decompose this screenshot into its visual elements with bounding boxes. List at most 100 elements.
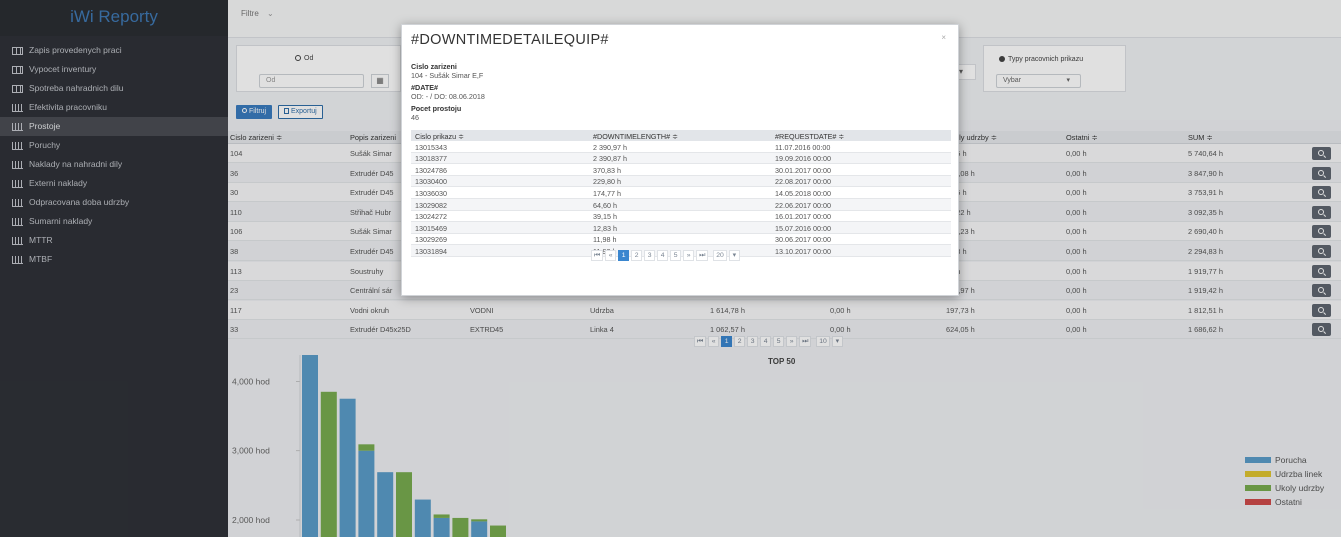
last-page-button[interactable]: ⏭ [696, 250, 709, 261]
export-button[interactable]: Exportuj [278, 105, 323, 119]
chart-bar[interactable] [320, 391, 337, 537]
sidebar-item-2[interactable]: Spotreba nahradnich dilu [0, 79, 228, 98]
date-from-label: Od [304, 55, 314, 62]
chart-bar[interactable] [452, 517, 469, 537]
chart-bar[interactable] [490, 525, 506, 537]
column-header[interactable]: Ostatni ≑ [1066, 133, 1098, 142]
chart-bar[interactable] [396, 472, 412, 537]
sidebar-item-3[interactable]: Efektivita pracovniku [0, 98, 228, 117]
legend-swatch [1245, 457, 1271, 463]
row-detail-button[interactable] [1312, 245, 1331, 258]
row-detail-button[interactable] [1312, 264, 1331, 278]
first-page-button[interactable]: ⏮ [591, 250, 604, 261]
modal-table-cell: 13029082 [415, 200, 447, 210]
chart-bar[interactable] [302, 355, 318, 537]
bar-chart-icon [12, 255, 23, 264]
page-button[interactable]: 5 [670, 250, 682, 261]
legend-item[interactable]: Udrzba linek [1245, 467, 1324, 481]
column-header[interactable]: Cislo zarizeni ≑ [230, 133, 282, 142]
row-detail-button[interactable] [1312, 225, 1331, 239]
row-detail-button[interactable] [1312, 284, 1331, 298]
bar-chart-icon [12, 198, 23, 207]
chevron-down-icon: ▾ [1066, 77, 1070, 84]
legend-item[interactable]: Porucha [1245, 453, 1324, 467]
modal-column-header[interactable]: #REQUESTDATE# ≑ [775, 132, 844, 141]
row-detail-button[interactable] [1312, 323, 1331, 337]
sidebar-item-0[interactable]: Zapis provedenych praci [0, 41, 228, 60]
chart-bar[interactable] [433, 517, 450, 537]
page-size-select[interactable]: 10 [816, 336, 830, 347]
order-types-panel: Typy pracovnich prikazu Vybar ▾ [983, 45, 1126, 92]
chart-bar[interactable] [377, 472, 394, 537]
table-cell: 0,00 h [830, 305, 851, 315]
filter-label[interactable]: Filtre [241, 9, 259, 18]
page-button[interactable]: 3 [644, 250, 656, 261]
column-header[interactable]: Popis zarizeni [350, 133, 396, 142]
next-page-button[interactable]: » [683, 250, 695, 261]
modal-table-cell: 64,60 h [593, 200, 617, 210]
modal-column-header[interactable]: #DOWNTIMELENGTH# ≑ [593, 132, 678, 141]
row-detail-button[interactable] [1312, 186, 1331, 200]
page-button[interactable]: 4 [760, 336, 772, 347]
page-button[interactable]: 2 [734, 336, 746, 347]
page-button[interactable]: 4 [657, 250, 669, 261]
calendar-icon[interactable]: ▦ [371, 74, 389, 88]
sidebar-item-4[interactable]: Prostoje [0, 117, 228, 136]
close-icon[interactable]: × [941, 33, 946, 42]
modal-column-header[interactable]: Cislo prikazu ≑ [415, 132, 464, 141]
sidebar-item-7[interactable]: Externi naklady [0, 174, 228, 193]
filter-button[interactable]: Filtruj [236, 105, 273, 119]
page-button[interactable]: 2 [631, 250, 643, 261]
page-button[interactable]: 1 [721, 336, 733, 347]
chart-bar[interactable] [471, 521, 488, 537]
chart-bar[interactable] [471, 519, 488, 522]
y-tick-label: 2,000 hod [232, 515, 270, 525]
modal-title: #DOWNTIMEDETAILEQUIP# [411, 32, 609, 48]
row-detail-button[interactable] [1312, 205, 1331, 219]
sidebar-item-6[interactable]: Naklady na nahradni dily [0, 155, 228, 174]
select-stub[interactable]: ▾ [956, 64, 976, 80]
chart-bar[interactable] [414, 499, 431, 537]
prev-page-button[interactable]: « [708, 336, 720, 347]
chart-bar[interactable] [358, 444, 375, 451]
sidebar-item-8[interactable]: Odpracovana doba udrzby [0, 193, 228, 212]
app-brand[interactable]: iWi Reporty [0, 0, 228, 36]
modal-table-row: 13029082 64,60 h 22.06.2017 00:00 [411, 199, 951, 211]
chevron-down-icon[interactable]: ▾ [728, 250, 740, 261]
page-button[interactable]: 1 [618, 250, 630, 261]
table-cell: 1 686,62 h [1188, 325, 1223, 335]
legend-item[interactable]: Ukoly udrzby [1245, 481, 1324, 495]
chart-bar[interactable] [358, 450, 375, 537]
sidebar-item-5[interactable]: Poruchy [0, 136, 228, 155]
legend-item[interactable]: Ostatni [1245, 495, 1324, 509]
sidebar-item-11[interactable]: MTBF [0, 250, 228, 269]
row-detail-button[interactable] [1312, 147, 1331, 160]
date-from-input[interactable]: Od [259, 74, 364, 88]
table-cell: Extrudér D45 [350, 168, 394, 178]
first-page-button[interactable]: ⏮ [694, 336, 707, 347]
modal-table-cell: 13024786 [415, 165, 447, 175]
page-button[interactable]: 3 [747, 336, 759, 347]
sidebar-item-10[interactable]: MTTR [0, 231, 228, 250]
chevron-down-icon[interactable]: ⌄ [267, 9, 274, 18]
last-page-button[interactable]: ⏭ [799, 336, 812, 347]
row-detail-button[interactable] [1312, 303, 1331, 317]
page-size-select[interactable]: 20 [713, 250, 727, 261]
column-header[interactable]: SUM ≑ [1188, 133, 1213, 142]
table-cell: 3 092,35 h [1188, 207, 1223, 217]
page-button[interactable]: 5 [773, 336, 785, 347]
row-detail-button[interactable] [1312, 166, 1331, 180]
next-page-button[interactable]: » [786, 336, 798, 347]
chart-bar[interactable] [433, 514, 450, 518]
chevron-down-icon[interactable]: ▾ [831, 336, 843, 347]
modal-table-cell: 11.07.2016 00:00 [775, 142, 831, 152]
prev-page-button[interactable]: « [605, 250, 617, 261]
order-types-select[interactable]: Vybar ▾ [996, 74, 1081, 88]
sidebar-item-9[interactable]: Sumarni naklady [0, 212, 228, 231]
sidebar-item-label: Spotreba nahradnich dilu [29, 83, 124, 93]
sidebar-item-1[interactable]: Vypocet inventury [0, 60, 228, 79]
modal-table-cell: 174,77 h [593, 188, 621, 198]
chart-bar[interactable] [339, 398, 356, 537]
chart-legend: Porucha Udrzba linek Ukoly udrzby Ostatni [1245, 453, 1324, 509]
table-cell: 117 [230, 305, 242, 315]
